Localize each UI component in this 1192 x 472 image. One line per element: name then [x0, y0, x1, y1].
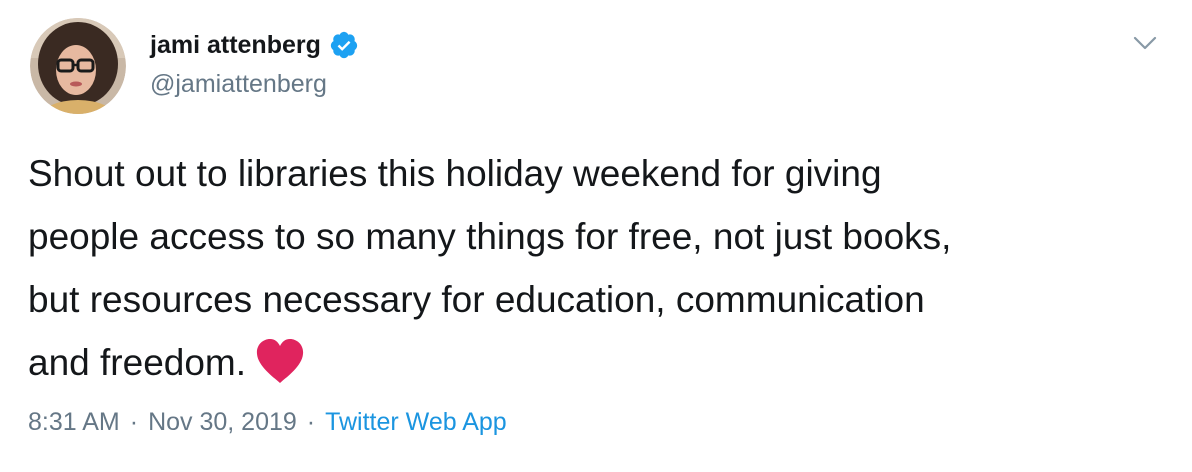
tweet-text: Shout out to libraries this holiday week…	[28, 142, 1158, 394]
author-name-row: jami attenberg	[150, 30, 359, 60]
tweet-source-link[interactable]: Twitter Web App	[325, 408, 507, 437]
tweet-card: jami attenberg @jamiattenberg Shout out …	[0, 0, 1192, 472]
tweet-menu-button[interactable]	[1128, 28, 1162, 58]
meta-separator: ·	[306, 408, 316, 436]
chevron-down-icon	[1133, 36, 1157, 50]
avatar-image	[30, 18, 126, 114]
display-name[interactable]: jami attenberg	[150, 31, 321, 60]
avatar[interactable]	[30, 18, 126, 114]
red-heart-emoji-icon	[254, 337, 306, 385]
tweet-time[interactable]: 8:31 AM	[28, 408, 120, 437]
meta-separator: ·	[129, 408, 139, 436]
author-handle[interactable]: @jamiattenberg	[150, 70, 327, 99]
tweet-body: Shout out to libraries this holiday week…	[28, 153, 952, 383]
tweet-date[interactable]: Nov 30, 2019	[148, 408, 297, 437]
tweet-meta: 8:31 AM · Nov 30, 2019 · Twitter Web App	[28, 408, 507, 437]
verified-badge-icon	[329, 30, 359, 60]
